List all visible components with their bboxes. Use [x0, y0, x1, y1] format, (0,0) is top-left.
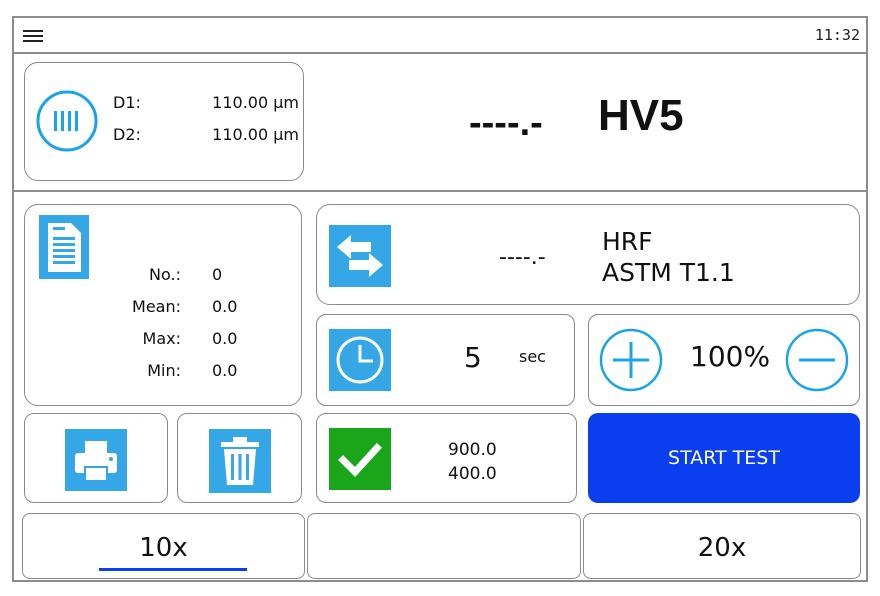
d1-label: D1:: [113, 93, 141, 112]
tab-hv-label: HV: [425, 531, 463, 561]
plus-icon[interactable]: [599, 328, 663, 392]
max-value: 0.0: [212, 329, 238, 348]
clock-icon: [329, 329, 391, 391]
conversion-scale: HRF: [602, 227, 653, 256]
main-screen: 11:32 D1: 110.00 µm D2: 110.00 µm ----.-…: [12, 16, 868, 582]
d2-label: D2:: [113, 125, 141, 144]
light-intensity-value: 100%: [690, 340, 771, 373]
mean-label: Mean:: [132, 297, 181, 316]
delete-button[interactable]: [177, 413, 302, 503]
indent-icon: [36, 90, 98, 152]
dwell-time-value: 5: [464, 341, 482, 374]
limits-panel[interactable]: 900.0 400.0: [316, 413, 577, 503]
hardness-result: ----.-: [469, 102, 543, 144]
count-label: No.:: [149, 265, 181, 284]
print-icon: [65, 429, 127, 491]
menu-button[interactable]: [22, 28, 44, 42]
d2-value: 110.00 µm: [212, 125, 299, 144]
mean-value: 0.0: [212, 297, 238, 316]
tab-hv[interactable]: HV: [307, 513, 581, 579]
clock-time: 11:32: [814, 26, 860, 44]
min-label: Min:: [147, 361, 181, 380]
minus-icon[interactable]: [785, 328, 849, 392]
lower-limit: 400.0: [448, 464, 497, 484]
min-value: 0.0: [212, 361, 238, 380]
tab-objective-10x[interactable]: 10x: [22, 513, 305, 579]
tab-objective-20x[interactable]: 20x: [583, 513, 861, 579]
convert-icon: [329, 225, 391, 287]
menu-icon: [23, 30, 43, 42]
upper-limit: 900.0: [448, 440, 497, 460]
print-button[interactable]: [24, 413, 168, 503]
report-icon: [39, 215, 89, 279]
light-intensity-panel: 100%: [588, 314, 860, 406]
conversion-standard: ASTM T1.1: [602, 258, 735, 287]
top-section-divider: [14, 190, 866, 192]
dwell-time-unit: sec: [519, 347, 546, 366]
tab-objective-20x-label: 20x: [697, 533, 747, 563]
start-test-button[interactable]: START TEST: [588, 413, 860, 503]
check-icon: [329, 428, 391, 490]
max-label: Max:: [142, 329, 181, 348]
trash-icon: [209, 429, 271, 493]
tab-active-underline: [99, 568, 247, 571]
measurement-panel[interactable]: D1: 110.00 µm D2: 110.00 µm: [24, 62, 304, 181]
start-test-label: START TEST: [668, 447, 780, 469]
d1-value: 110.00 µm: [212, 93, 299, 112]
dwell-time-panel[interactable]: 5 sec: [316, 314, 575, 406]
tab-objective-10x-label: 10x: [139, 533, 188, 563]
converted-value: ----.-: [499, 245, 546, 270]
status-divider: [14, 52, 866, 54]
statistics-panel[interactable]: No.: 0 Mean: 0.0 Max: 0.0 Min: 0.0: [24, 204, 302, 406]
count-value: 0: [212, 265, 223, 284]
conversion-panel[interactable]: ----.- HRF ASTM T1.1: [316, 204, 860, 305]
hardness-scale: HV5: [598, 91, 684, 140]
